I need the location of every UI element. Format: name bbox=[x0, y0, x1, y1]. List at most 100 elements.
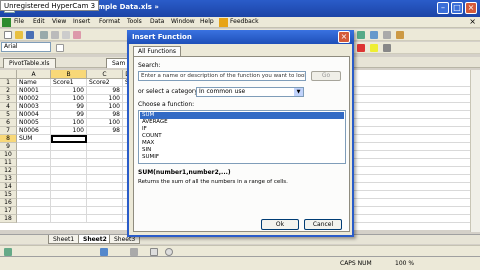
table-cell[interactable]: N0005 bbox=[17, 119, 51, 127]
row-header[interactable]: 6 bbox=[0, 119, 17, 127]
sheet-tab-1[interactable]: Sheet1 bbox=[48, 235, 80, 244]
table-cell[interactable] bbox=[87, 151, 123, 159]
table-cell[interactable]: 98 bbox=[87, 127, 123, 135]
table-cell[interactable]: 100 bbox=[51, 127, 87, 135]
table-cell[interactable] bbox=[51, 151, 87, 159]
copy-icon[interactable] bbox=[62, 31, 70, 39]
table-cell[interactable] bbox=[51, 215, 87, 223]
doc-tab-pivottable[interactable]: PivotTable.xls bbox=[3, 58, 56, 68]
row-header[interactable]: 2 bbox=[0, 87, 17, 95]
function-item-if[interactable]: IF bbox=[140, 126, 344, 133]
table-cell[interactable] bbox=[51, 183, 87, 191]
menu-insert[interactable]: Insert bbox=[73, 18, 90, 25]
table-cell[interactable]: N0002 bbox=[17, 95, 51, 103]
help-icon[interactable] bbox=[396, 31, 404, 39]
table-cell[interactable]: N0004 bbox=[17, 111, 51, 119]
maximize-button[interactable]: □ bbox=[451, 2, 463, 14]
row-header[interactable]: 8 bbox=[0, 135, 17, 143]
function-item-sumif[interactable]: SUMIF bbox=[140, 154, 344, 161]
sort-icon[interactable] bbox=[357, 31, 365, 39]
function-item-max[interactable]: MAX bbox=[140, 140, 344, 147]
row-header[interactable]: 4 bbox=[0, 103, 17, 111]
table-cell[interactable] bbox=[51, 167, 87, 175]
chevron-down-icon[interactable]: ▼ bbox=[294, 88, 303, 96]
table-cell[interactable] bbox=[17, 167, 51, 175]
table-cell[interactable] bbox=[87, 159, 123, 167]
function-search-input[interactable]: Enter a name or description of the funct… bbox=[138, 71, 306, 81]
menu-format[interactable]: Format bbox=[99, 18, 120, 25]
column-header-b[interactable]: B bbox=[51, 70, 87, 79]
cancel-button[interactable]: Cancel bbox=[304, 219, 342, 230]
table-cell[interactable]: 100 bbox=[87, 119, 123, 127]
table-cell[interactable] bbox=[51, 159, 87, 167]
row-header[interactable]: 15 bbox=[0, 191, 17, 199]
draw-menu-icon[interactable] bbox=[4, 248, 12, 256]
menu-view[interactable]: View bbox=[52, 18, 66, 25]
vertical-scrollbar[interactable] bbox=[470, 70, 480, 232]
table-cell[interactable] bbox=[17, 175, 51, 183]
new-icon[interactable] bbox=[4, 31, 12, 39]
function-item-count[interactable]: COUNT bbox=[140, 133, 344, 140]
table-cell[interactable] bbox=[87, 199, 123, 207]
menu-file[interactable]: File bbox=[14, 18, 24, 25]
function-item-sum[interactable]: SUM bbox=[140, 112, 344, 119]
menu-help[interactable]: Help bbox=[200, 18, 214, 25]
row-header[interactable]: 9 bbox=[0, 143, 17, 151]
table-cell[interactable]: 99 bbox=[51, 111, 87, 119]
chart-icon[interactable] bbox=[370, 31, 378, 39]
fill-color-icon[interactable] bbox=[370, 44, 378, 52]
row-header[interactable]: 14 bbox=[0, 183, 17, 191]
table-cell[interactable]: N0003 bbox=[17, 103, 51, 111]
table-cell[interactable]: 100 bbox=[87, 95, 123, 103]
table-cell[interactable] bbox=[87, 143, 123, 151]
function-list[interactable]: SUM AVERAGE IF COUNT MAX SIN SUMIF bbox=[138, 110, 346, 164]
go-button[interactable]: Go bbox=[311, 71, 341, 81]
ok-button[interactable]: Ok bbox=[261, 219, 299, 230]
column-header-a[interactable]: A bbox=[17, 70, 51, 79]
table-cell[interactable] bbox=[51, 191, 87, 199]
column-header-c[interactable]: C bbox=[87, 70, 123, 79]
table-cell[interactable] bbox=[87, 183, 123, 191]
function-item-sin[interactable]: SIN bbox=[140, 147, 344, 154]
rectangle-icon[interactable] bbox=[150, 248, 158, 256]
table-cell[interactable]: 99 bbox=[51, 103, 87, 111]
table-cell[interactable] bbox=[87, 175, 123, 183]
table-cell[interactable] bbox=[17, 207, 51, 215]
row-header[interactable]: 11 bbox=[0, 159, 17, 167]
tab-all-functions[interactable]: All Functions bbox=[133, 46, 181, 56]
table-cell[interactable] bbox=[17, 215, 51, 223]
shapes-icon[interactable] bbox=[100, 248, 108, 256]
table-cell[interactable] bbox=[51, 199, 87, 207]
table-cell[interactable]: N0001 bbox=[17, 87, 51, 95]
table-cell[interactable]: Score1 bbox=[51, 79, 87, 87]
menu-edit[interactable]: Edit bbox=[33, 18, 45, 25]
table-cell[interactable]: 100 bbox=[51, 87, 87, 95]
row-header[interactable]: 5 bbox=[0, 111, 17, 119]
font-name-box[interactable]: Arial bbox=[1, 42, 51, 52]
zoom-icon[interactable] bbox=[383, 31, 391, 39]
row-header[interactable]: 3 bbox=[0, 95, 17, 103]
row-header[interactable]: 18 bbox=[0, 215, 17, 223]
doc-close-icon[interactable]: × bbox=[469, 17, 476, 26]
table-cell[interactable] bbox=[51, 143, 87, 151]
table-cell[interactable]: Score2 bbox=[87, 79, 123, 87]
menu-data[interactable]: Data bbox=[150, 18, 164, 25]
menu-window[interactable]: Window bbox=[171, 18, 195, 25]
row-header[interactable]: 12 bbox=[0, 167, 17, 175]
select-all-corner[interactable] bbox=[0, 70, 17, 79]
table-cell[interactable] bbox=[51, 207, 87, 215]
open-icon[interactable] bbox=[15, 31, 23, 39]
table-cell[interactable]: 100 bbox=[87, 103, 123, 111]
category-select[interactable]: In common use ▼ bbox=[196, 87, 304, 97]
row-header[interactable]: 1 bbox=[0, 79, 17, 87]
row-header[interactable]: 10 bbox=[0, 151, 17, 159]
table-cell[interactable] bbox=[17, 151, 51, 159]
font-size-box[interactable] bbox=[56, 44, 64, 52]
menu-feedback[interactable]: Feedback bbox=[230, 18, 259, 25]
oval-icon[interactable] bbox=[165, 248, 173, 256]
table-cell[interactable]: 100 bbox=[51, 95, 87, 103]
row-header[interactable]: 7 bbox=[0, 127, 17, 135]
table-cell[interactable]: SUM bbox=[17, 135, 51, 143]
table-cell[interactable] bbox=[17, 191, 51, 199]
table-cell[interactable] bbox=[17, 143, 51, 151]
